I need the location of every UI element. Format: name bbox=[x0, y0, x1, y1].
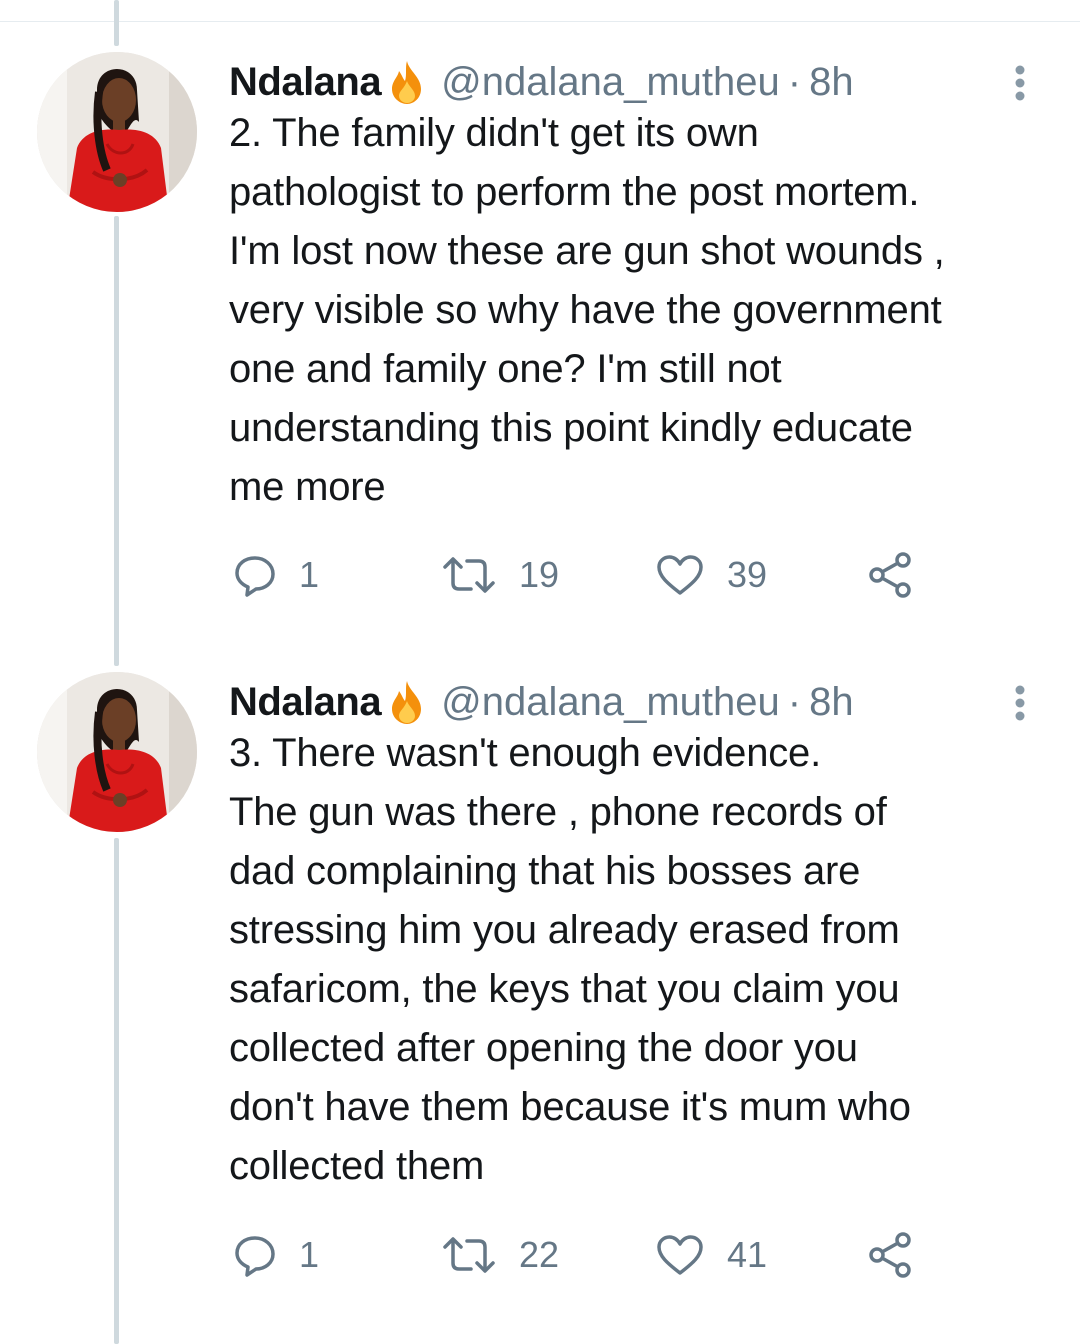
like-count: 39 bbox=[727, 554, 768, 595]
separator-dot: · bbox=[787, 59, 802, 104]
tweet[interactable]: Ndalana @ndalana_mutheu · 8h 2. The fami… bbox=[0, 52, 1080, 612]
display-name[interactable]: Ndalana bbox=[229, 680, 382, 725]
retweet-button[interactable]: 19 bbox=[441, 550, 559, 600]
like-button[interactable]: 41 bbox=[655, 1230, 767, 1280]
thread-line-top bbox=[114, 0, 119, 46]
heart-icon bbox=[657, 1235, 703, 1275]
share-icon bbox=[869, 552, 911, 598]
more-options-icon[interactable] bbox=[1008, 684, 1032, 728]
like-count: 41 bbox=[727, 1234, 768, 1275]
reply-icon bbox=[235, 1236, 275, 1277]
tweet-text: 2. The family didn't get its own patholo… bbox=[229, 111, 945, 509]
retweet-count: 19 bbox=[519, 554, 560, 595]
like-button[interactable]: 39 bbox=[655, 550, 767, 600]
tweet-actions: 1 22 41 bbox=[229, 1230, 929, 1280]
retweet-icon bbox=[443, 1237, 495, 1273]
avatar[interactable] bbox=[37, 52, 197, 212]
retweet-button[interactable]: 22 bbox=[441, 1230, 559, 1280]
display-name[interactable]: Ndalana bbox=[229, 60, 382, 105]
reply-count: 1 bbox=[299, 554, 320, 595]
share-icon bbox=[869, 1232, 911, 1278]
reply-button[interactable]: 1 bbox=[233, 550, 319, 600]
share-button[interactable] bbox=[867, 1230, 915, 1280]
fire-icon bbox=[387, 679, 427, 725]
avatar[interactable] bbox=[37, 672, 197, 832]
more-options-icon[interactable] bbox=[1008, 64, 1032, 108]
share-button[interactable] bbox=[867, 550, 915, 600]
tweet-header: Ndalana @ndalana_mutheu · 8h bbox=[229, 56, 854, 108]
separator-dot: · bbox=[787, 679, 802, 724]
tweet-time[interactable]: 8h bbox=[809, 680, 854, 725]
retweet-icon bbox=[443, 557, 495, 593]
tweet-text: 3. There wasn't enough evidence. The gun… bbox=[229, 731, 911, 1188]
reply-icon bbox=[235, 556, 275, 597]
reply-button[interactable]: 1 bbox=[233, 1230, 319, 1280]
fire-icon bbox=[387, 59, 427, 105]
heart-icon bbox=[657, 555, 703, 595]
top-divider bbox=[0, 21, 1080, 22]
retweet-count: 22 bbox=[519, 1234, 560, 1275]
reply-count: 1 bbox=[299, 1234, 320, 1275]
tweet-header: Ndalana @ndalana_mutheu · 8h bbox=[229, 676, 854, 728]
tweet-actions: 1 19 39 bbox=[229, 550, 929, 600]
tweet-time[interactable]: 8h bbox=[809, 60, 854, 105]
user-handle[interactable]: @ndalana_mutheu bbox=[441, 680, 780, 725]
user-handle[interactable]: @ndalana_mutheu bbox=[441, 60, 780, 105]
tweet[interactable]: Ndalana @ndalana_mutheu · 8h 3. There wa… bbox=[0, 672, 1080, 1292]
